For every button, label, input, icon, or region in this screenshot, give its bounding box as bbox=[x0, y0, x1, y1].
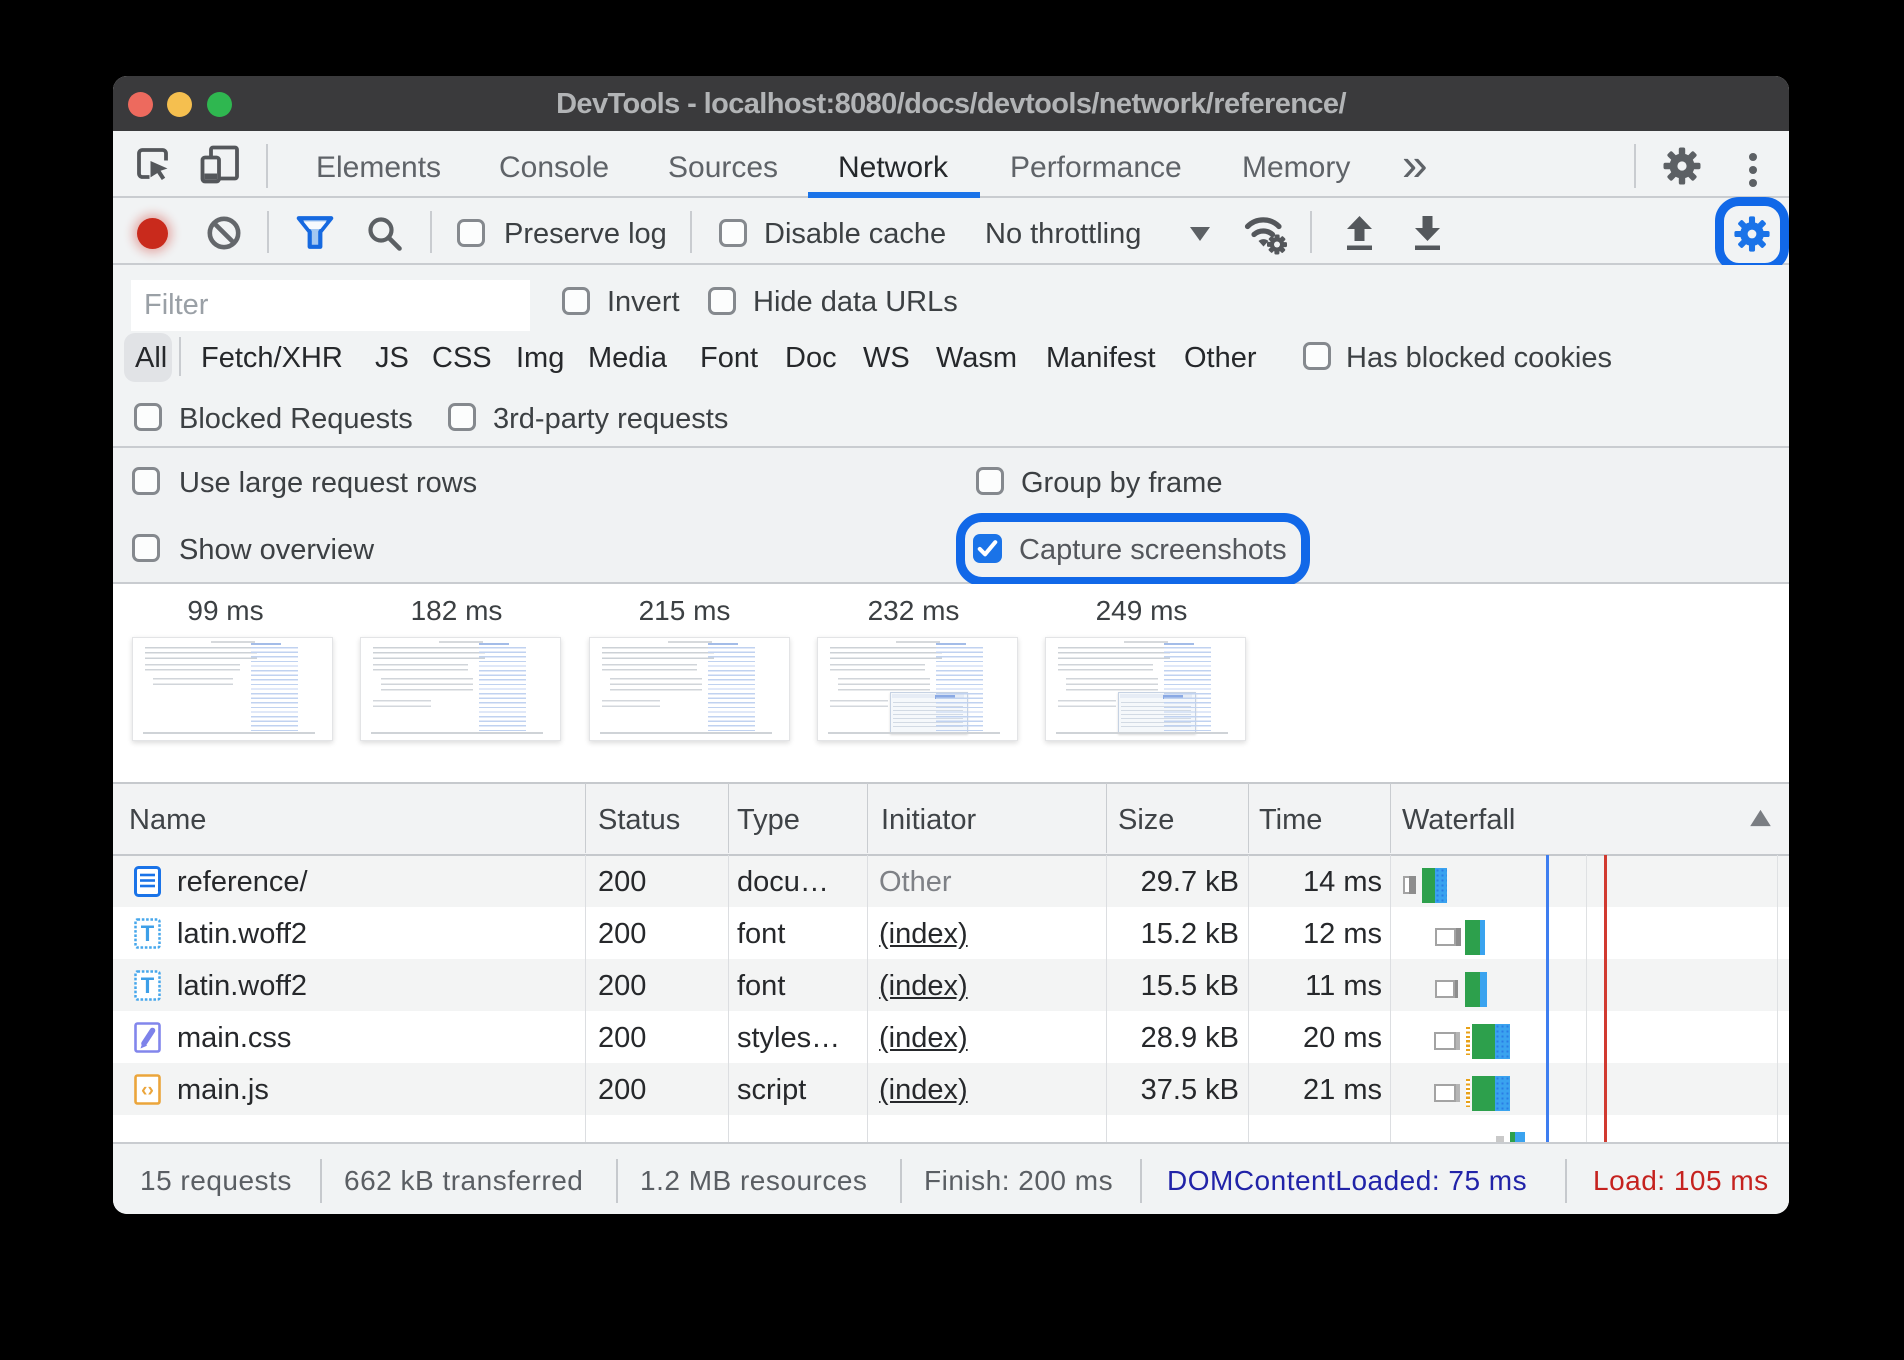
svg-text:‹›: ‹› bbox=[141, 1080, 154, 1101]
svg-text:T: T bbox=[141, 921, 155, 946]
svg-text:T: T bbox=[141, 973, 155, 998]
